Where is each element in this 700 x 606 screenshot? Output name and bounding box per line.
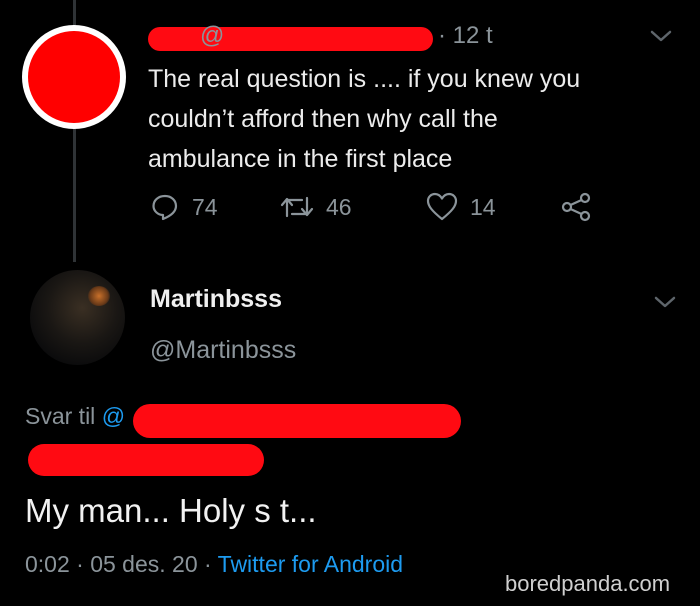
parent-timestamp[interactable]: · 12 t bbox=[438, 22, 493, 50]
avatar-photo-detail bbox=[88, 286, 110, 306]
parent-avatar[interactable] bbox=[22, 25, 126, 129]
like-icon bbox=[426, 192, 458, 221]
tweet-actions-bar: 74 46 14 bbox=[150, 192, 610, 228]
username-redaction bbox=[148, 27, 433, 51]
retweet-button[interactable]: 46 bbox=[280, 192, 352, 222]
tweet-timestamp: 0:02 · 05 des. 20 · bbox=[25, 551, 212, 577]
tweet-source-link[interactable]: Twitter for Android bbox=[218, 551, 403, 577]
avatar-redaction bbox=[28, 31, 120, 123]
replying-to-label: Svar til @ bbox=[25, 403, 125, 430]
like-button[interactable]: 14 bbox=[426, 192, 496, 222]
reply-icon bbox=[152, 194, 178, 221]
tweet-text-line: ambulance in the first place bbox=[148, 145, 453, 173]
share-icon bbox=[561, 192, 591, 222]
reply-tweet-text: My man... Holy s t... bbox=[25, 492, 317, 529]
watermark: boredpanda.com bbox=[505, 571, 671, 596]
reply-display-name[interactable]: Martinbsss bbox=[150, 285, 282, 314]
replying-to-at[interactable]: @ bbox=[102, 403, 125, 429]
reply-handle[interactable]: @Martinbsss bbox=[150, 336, 296, 365]
tweet-text-line: couldn’t afford then why call the bbox=[148, 105, 498, 133]
reply-button[interactable]: 74 bbox=[150, 192, 218, 222]
chevron-down-icon[interactable] bbox=[653, 294, 677, 310]
tweet-text-line: The real question is .... if you knew yo… bbox=[148, 65, 581, 93]
tweet-footer: 0:02 · 05 des. 20 · Twitter for Android bbox=[25, 551, 403, 578]
chevron-down-icon[interactable] bbox=[649, 28, 673, 44]
parent-handle-at: @ bbox=[200, 22, 225, 49]
reply-to-redaction-2 bbox=[28, 444, 264, 476]
reply-to-redaction bbox=[133, 404, 461, 438]
like-count: 14 bbox=[470, 193, 496, 220]
retweet-icon bbox=[280, 196, 314, 218]
replying-to-text: Svar til bbox=[25, 403, 96, 429]
parent-tweet-text: The real question is .... if you knew yo… bbox=[148, 59, 668, 179]
reply-avatar[interactable] bbox=[30, 270, 125, 365]
retweet-count: 46 bbox=[326, 193, 352, 220]
reply-count: 74 bbox=[192, 193, 218, 220]
share-button[interactable] bbox=[560, 192, 592, 222]
